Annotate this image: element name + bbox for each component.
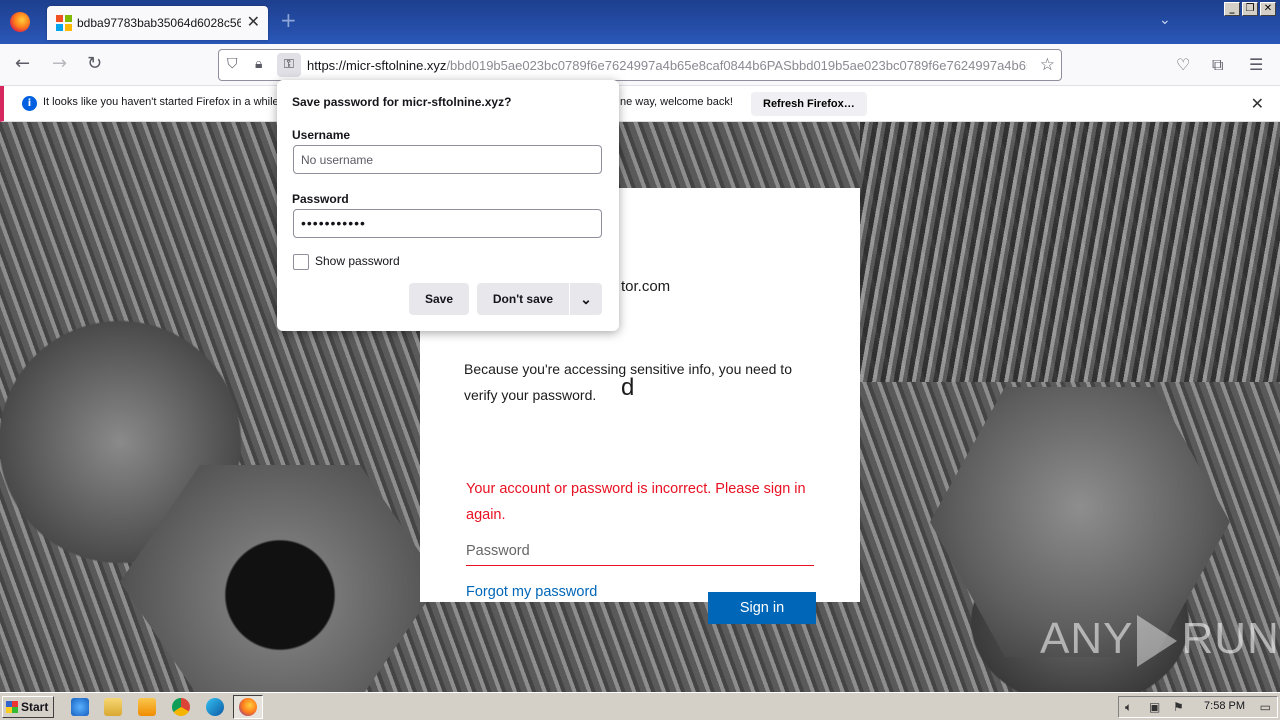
password-input[interactable] <box>466 536 814 566</box>
windows-logo-icon <box>6 701 18 713</box>
forgot-password-link[interactable]: Forgot my password <box>466 584 597 600</box>
system-tray: 🔈︎ ▣ ⚑ 7:58 PM ▭ <box>1118 696 1278 718</box>
edge-icon[interactable] <box>206 698 224 716</box>
close-window-button[interactable]: ✕ <box>1260 2 1276 16</box>
tab-strip: bdba97783bab35064d6028c56c41 ✕ + ⌄ _ ❐ ✕ <box>0 0 1280 44</box>
dont-save-button[interactable]: Don't save <box>477 283 569 315</box>
chrome-icon[interactable] <box>172 698 190 716</box>
account-email: tor.com <box>621 278 671 295</box>
password-field[interactable]: ••••••••••• <box>293 209 602 238</box>
save-password-popup: Save password for micr-sftolnine.xyz? Us… <box>277 80 619 331</box>
username-label: Username <box>292 128 351 142</box>
background-nut-image-left <box>120 465 440 692</box>
page-content: tor.com d Because you're accessing sensi… <box>0 122 1280 692</box>
save-button[interactable]: Save <box>409 283 469 315</box>
url-bar[interactable]: ⛉ 🔒︎ ⚿ https://micr-sftolnine.xyz/bbd019… <box>218 49 1062 81</box>
app-menu-icon[interactable]: ☰ <box>1249 55 1263 74</box>
window-controls: _ ❐ ✕ <box>1224 2 1276 16</box>
network-icon[interactable]: ▣ <box>1149 700 1160 714</box>
popup-title: Save password for micr-sftolnine.xyz? <box>292 95 512 109</box>
firefox-menu-icon[interactable] <box>10 12 30 32</box>
back-icon[interactable]: ← <box>15 54 30 74</box>
clock: 7:58 PM <box>1204 700 1245 712</box>
firefox-taskbar-button[interactable] <box>233 695 263 719</box>
notification-message: It looks like you haven't started Firefo… <box>43 96 279 108</box>
lock-icon[interactable]: 🔒︎ <box>255 56 262 72</box>
taskbar: Start 🔈︎ ▣ ⚑ 7:58 PM ▭ <box>0 692 1280 720</box>
play-icon <box>1137 615 1178 668</box>
microsoft-logo-icon <box>56 15 72 31</box>
forward-icon[interactable]: → <box>52 54 67 74</box>
show-password-checkbox[interactable] <box>293 254 309 270</box>
description-text: Because you're accessing sensitive info,… <box>464 361 792 403</box>
notification-close-icon[interactable]: ✕ <box>1251 94 1264 113</box>
anyrun-watermark: ANY RUN <box>1040 614 1280 668</box>
url-text[interactable]: https://micr-sftolnine.xyz/bbd019b5ae023… <box>307 58 1027 73</box>
tab-active[interactable]: bdba97783bab35064d6028c56c41 ✕ <box>47 6 268 40</box>
error-message: Your account or password is incorrect. P… <box>466 481 806 523</box>
notification-message-end: ne way, welcome back! <box>620 96 733 108</box>
key-icon[interactable]: ⚿ <box>277 53 301 77</box>
new-tab-button[interactable]: + <box>280 10 297 30</box>
bookmark-star-icon[interactable]: ☆ <box>1040 55 1055 75</box>
extensions-icon[interactable]: ⧉ <box>1212 55 1223 75</box>
show-password-row[interactable]: Show password <box>293 254 400 270</box>
tracking-protection-shield-icon[interactable]: ⛉ <box>227 56 238 72</box>
tab-title: bdba97783bab35064d6028c56c41 <box>77 16 241 30</box>
internet-explorer-icon[interactable] <box>71 698 89 716</box>
restore-button[interactable]: ❐ <box>1242 2 1258 16</box>
signin-button[interactable]: Sign in <box>708 592 816 624</box>
chevron-down-icon[interactable]: ⌄ <box>570 283 602 315</box>
flag-icon[interactable]: ⚑ <box>1173 700 1184 714</box>
nav-bar: ← → ↻ ⛉ 🔒︎ ⚿ https://micr-sftolnine.xyz/… <box>0 44 1280 86</box>
list-all-tabs-icon[interactable]: ⌄ <box>1159 12 1171 28</box>
volume-icon[interactable]: 🔈︎ <box>1125 700 1132 715</box>
background-bolt-image <box>860 122 1280 382</box>
show-desktop-icon[interactable]: ▭ <box>1260 700 1271 714</box>
pocket-icon[interactable]: ♡ <box>1176 55 1190 74</box>
minimize-button[interactable]: _ <box>1224 2 1240 16</box>
password-label: Password <box>292 192 349 206</box>
reload-icon[interactable]: ↻ <box>87 54 102 74</box>
firefox-icon <box>239 698 257 716</box>
show-password-label: Show password <box>315 254 400 269</box>
tab-close-icon[interactable]: ✕ <box>247 13 260 31</box>
media-player-icon[interactable] <box>138 698 156 716</box>
start-button[interactable]: Start <box>2 696 54 718</box>
username-field[interactable] <box>293 145 602 174</box>
notification-bar: i It looks like you haven't started Fire… <box>0 86 1280 122</box>
info-icon: i <box>22 96 37 111</box>
file-explorer-icon[interactable] <box>104 698 122 716</box>
refresh-firefox-button[interactable]: Refresh Firefox… <box>751 92 867 116</box>
